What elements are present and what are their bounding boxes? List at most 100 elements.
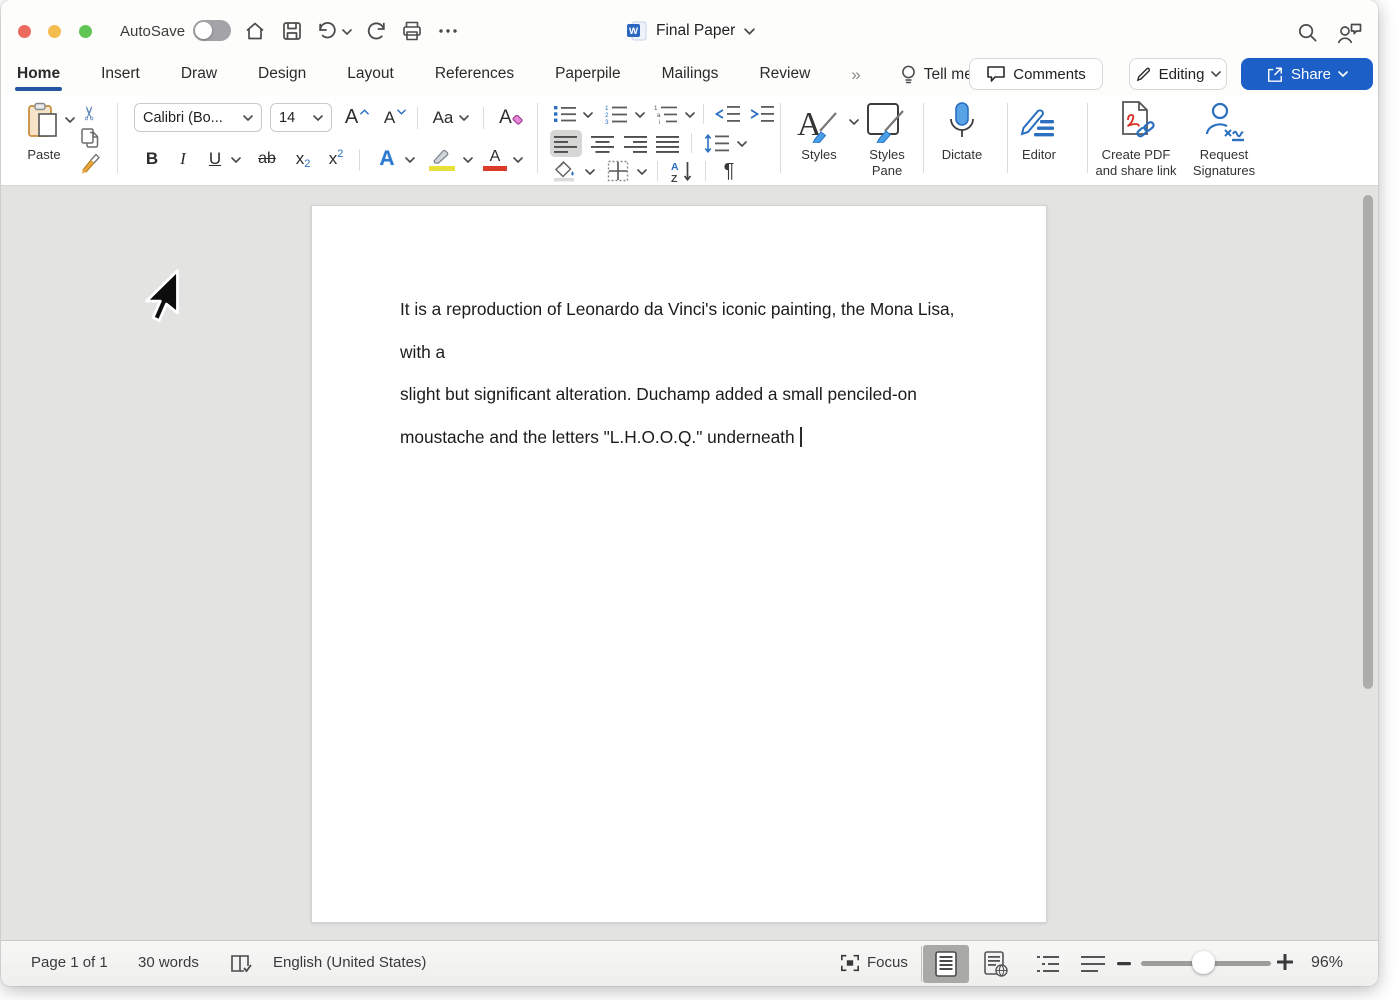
align-right-button[interactable] (621, 130, 651, 157)
cut-button[interactable]: ✂ (78, 100, 102, 126)
save-button[interactable] (280, 19, 304, 43)
tab-review[interactable]: Review (759, 59, 810, 91)
increase-indent-button[interactable] (747, 101, 777, 127)
outline-view-button[interactable] (1026, 945, 1072, 983)
underline-button[interactable]: U (203, 145, 227, 173)
font-size-combobox[interactable]: 14 (270, 103, 332, 132)
zoom-slider-knob[interactable] (1192, 951, 1215, 974)
vertical-scrollbar-thumb[interactable] (1363, 195, 1373, 689)
styles-button[interactable]: A (793, 103, 845, 143)
multilevel-chevron-icon[interactable] (685, 112, 695, 118)
document-title-menu[interactable]: W Final Paper (627, 21, 755, 41)
italic-button[interactable]: I (171, 145, 195, 173)
tab-layout[interactable]: Layout (347, 59, 394, 91)
web-layout-view-button[interactable] (973, 945, 1019, 983)
strikethrough-button[interactable]: ab (251, 145, 283, 173)
minimize-window-button[interactable] (48, 25, 61, 38)
format-painter-button[interactable] (75, 151, 103, 177)
tab-draw[interactable]: Draw (181, 59, 217, 91)
tab-design[interactable]: Design (258, 59, 306, 91)
bold-button[interactable]: B (139, 145, 165, 173)
editing-mode-button[interactable]: Editing (1129, 58, 1227, 90)
underline-chevron-icon[interactable] (231, 157, 241, 163)
zoom-in-button[interactable] (1277, 954, 1293, 975)
clear-formatting-button[interactable]: A (493, 103, 529, 132)
document-page[interactable]: It is a reproduction of Leonardo da Vinc… (311, 205, 1047, 923)
presence-share-button[interactable] (1336, 20, 1364, 45)
tab-overflow-chevrons[interactable]: » (851, 65, 858, 85)
editor-button[interactable] (1017, 103, 1061, 143)
more-commands-button[interactable] (437, 25, 459, 37)
change-case-button[interactable]: Aa (427, 103, 475, 132)
font-color-button[interactable]: A (479, 145, 511, 173)
justify-button[interactable] (653, 130, 683, 157)
home-button[interactable] (243, 19, 267, 43)
borders-chevron-icon[interactable] (637, 169, 647, 175)
line-spacing-chevron-icon[interactable] (737, 141, 747, 147)
tab-insert[interactable]: Insert (101, 59, 140, 91)
tell-me-button[interactable]: Tell me (900, 64, 973, 86)
close-window-button[interactable] (18, 25, 31, 38)
word-count-indicator[interactable]: 30 words (138, 954, 199, 971)
paste-label: Paste (27, 147, 60, 162)
tab-paperpile[interactable]: Paperpile (555, 59, 621, 91)
superscript-button[interactable]: x2 (322, 145, 350, 173)
share-button[interactable]: Share (1241, 58, 1373, 90)
styles-chevron-icon[interactable] (849, 119, 859, 125)
language-indicator[interactable]: English (United States) (273, 954, 426, 971)
highlight-button[interactable] (425, 145, 459, 173)
show-paragraph-marks-button[interactable]: ¶ (715, 158, 743, 184)
paste-chevron-icon[interactable] (65, 117, 75, 123)
draft-view-button[interactable] (1070, 945, 1116, 983)
page-count-indicator[interactable]: Page 1 of 1 (31, 954, 108, 971)
borders-button[interactable] (603, 158, 633, 184)
search-button[interactable] (1296, 21, 1319, 44)
document-canvas[interactable]: It is a reproduction of Leonardo da Vinc… (1, 186, 1378, 940)
text-effects-chevron-icon[interactable] (405, 157, 415, 163)
numbering-button[interactable]: 123 (601, 101, 631, 127)
grow-font-button[interactable]: A (341, 103, 373, 132)
create-pdf-share-link-button[interactable] (1113, 100, 1159, 144)
line-spacing-button[interactable] (701, 130, 733, 157)
bullets-button[interactable] (550, 101, 580, 127)
shading-chevron-icon[interactable] (585, 169, 595, 175)
focus-mode-button[interactable] (839, 953, 861, 978)
bullets-chevron-icon[interactable] (583, 112, 593, 118)
numbering-chevron-icon[interactable] (635, 112, 645, 118)
subscript-button[interactable]: x2 (289, 145, 317, 173)
zoom-percentage[interactable]: 96% (1311, 954, 1343, 972)
zoom-out-button[interactable] (1117, 954, 1137, 974)
spellcheck-status-button[interactable] (229, 952, 253, 980)
font-name-combobox[interactable]: Calibri (Bo... (134, 103, 262, 132)
text-line: slight but significant alteration. Ducha… (400, 373, 966, 416)
align-left-button[interactable] (550, 130, 582, 157)
copy-button[interactable] (77, 126, 103, 150)
dictate-button[interactable] (939, 100, 985, 144)
autosave-toggle[interactable] (193, 20, 231, 41)
outline-view-icon (1036, 954, 1062, 974)
document-text[interactable]: It is a reproduction of Leonardo da Vinc… (400, 288, 966, 458)
align-center-icon (591, 135, 615, 153)
print-button[interactable] (400, 19, 424, 43)
paste-button[interactable] (21, 101, 65, 141)
shrink-font-button[interactable]: A (379, 103, 411, 132)
comments-button[interactable]: Comments (969, 58, 1103, 90)
zoom-window-button[interactable] (79, 25, 92, 38)
align-center-button[interactable] (588, 130, 618, 157)
sort-button[interactable]: AZ (667, 158, 697, 184)
redo-button[interactable] (364, 19, 388, 43)
print-layout-view-button[interactable] (923, 945, 969, 983)
tab-home[interactable]: Home (17, 59, 60, 91)
styles-pane-button[interactable] (863, 101, 911, 143)
highlight-chevron-icon[interactable] (463, 157, 473, 163)
undo-menu-chevron-icon[interactable] (342, 29, 352, 35)
tab-mailings[interactable]: Mailings (662, 59, 719, 91)
undo-button[interactable] (314, 19, 338, 43)
text-effects-button[interactable]: A (371, 145, 403, 173)
tab-references[interactable]: References (435, 59, 514, 91)
decrease-indent-button[interactable] (713, 101, 743, 127)
shading-button[interactable] (550, 158, 580, 184)
request-signatures-button[interactable] (1201, 100, 1247, 144)
multilevel-list-button[interactable]: 1ai (651, 101, 681, 127)
font-color-chevron-icon[interactable] (513, 157, 523, 163)
